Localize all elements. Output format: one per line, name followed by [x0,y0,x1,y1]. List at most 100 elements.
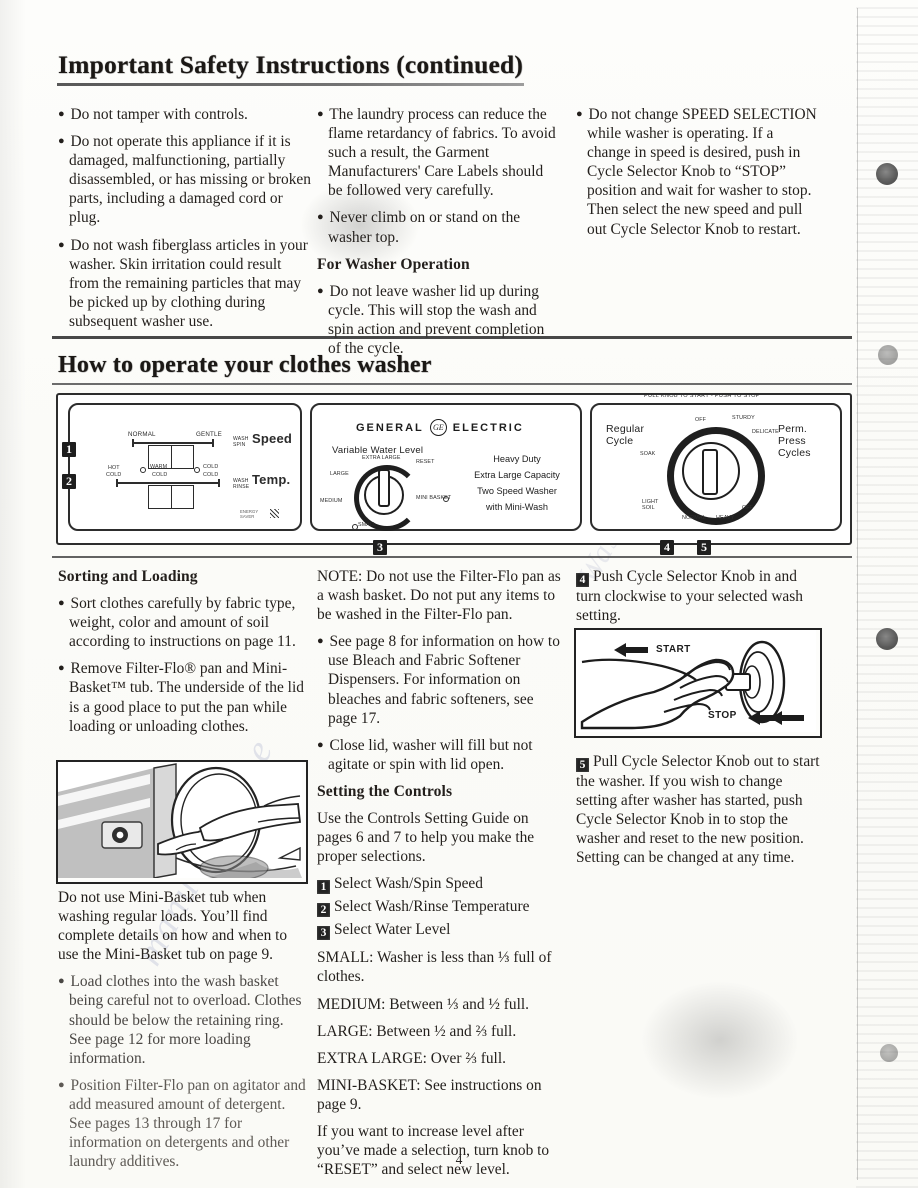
photo-caption: Do not use Mini-Basket tub when washing … [58,889,288,964]
bullet-icon: ● [58,108,67,120]
binding-hole-icon [876,628,898,650]
speed-slider-rail [132,439,214,447]
bullet-icon: ● [317,284,326,297]
safety-column-3: ● Do not change SPEED SELECTION while wa… [576,105,819,247]
bullet-icon: ● [58,1078,67,1091]
temp-option-warm-cold-label2: COLD [152,472,168,478]
speed-sub-label: WASH SPIN [233,436,249,448]
water-level-desc-large: LARGE: Between ½ and ⅔ full. [317,1022,517,1040]
bullet-icon: ● [58,597,67,610]
step-text-5: Pull Cycle Selector Knob out to start th… [576,753,820,867]
water-level-mini-dot-icon [443,496,449,502]
safety-text: Do not leave washer lid up during cycle.… [328,282,545,358]
water-level-medium-label: MEDIUM [320,498,343,504]
panel-segment-brand-waterlevel: GENERAL GE ELECTRIC Variable Water Level… [310,403,582,531]
safety-column-1: ● Do not tamper with controls. ● Do not … [58,105,313,339]
panel-segment-cycle-selector: PULL KNOB TO START - PUSH TO STOP Regula… [590,393,842,531]
middle-column: NOTE: Do not use the Filter-Flo pan as a… [317,567,561,1187]
temp-option-hot-cold-label: HOT [108,465,120,471]
safety-text: Do not operate this appliance if it is d… [69,133,311,227]
start-arrow-label: START [656,644,691,655]
step-tag-1: 1 [62,442,76,457]
stop-arrow-label: STOP [708,710,737,721]
step-tag-2: 2 [62,474,76,489]
binding-hole-icon [878,345,898,365]
cycle-selector-knob-pointer [702,449,718,495]
cycle-mark-soak: SOAK [640,451,656,457]
step-tag-5: 5 [697,540,711,555]
step-tag-4: 4 [660,540,674,555]
washer-lid-photo [56,760,308,884]
safety-text: Do not wash fiberglass articles in your … [69,236,308,330]
perm-press-group-label: Perm. Press Cycles [778,423,811,459]
model-line-2: Extra Large Capacity [474,470,560,480]
model-description-block: Heavy Duty Extra Large Capacity Two Spee… [462,451,572,515]
temp-main-label: Temp. [252,472,291,487]
water-level-small-label: SMALL [358,522,377,528]
temp-option-warm-cold-label: WARM [150,464,168,470]
water-level-small-dot-icon [352,524,358,530]
cycle-knob-photo: START STOP [574,628,822,738]
step-tag-3: 3 [373,540,387,555]
cycle-mark-off-top: OFF [695,417,707,423]
cycle-mark-heavy: HEAVY [716,515,735,521]
bullet-icon: ● [317,738,326,751]
step-number-1: 1 [317,880,330,895]
step-number-3: 3 [317,926,330,941]
model-line-4: with Mini-Wash [486,502,548,512]
water-level-desc-extra-large: EXTRA LARGE: Over ⅔ full. [317,1049,506,1067]
note-text: NOTE: Do not use the Filter-Flo pan as a… [317,568,561,624]
right-column-continued: 5 Pull Cycle Selector Knob out to start t… [576,752,820,875]
page-title-safety: Important Safety Instructions (continued… [58,50,524,79]
section-rule-top [52,336,852,339]
mid-col-text: Close lid, washer will fill but not agit… [328,736,533,773]
left-column: Sorting and Loading ● Sort clothes caref… [58,567,308,744]
water-level-desc-mini-basket: MINI-BASKET: See instructions on page 9. [317,1076,542,1113]
model-line-1: Heavy Duty [493,454,541,464]
temp-option-cold-cold-label: COLD [203,464,219,470]
section-rule-bottom [52,383,852,385]
ge-monogram-icon: GE [429,419,447,436]
water-level-desc-small: SMALL: Washer is less than ⅓ full of clo… [317,949,552,986]
cycle-mark-off-bottom: OFF [742,505,754,511]
bullet-icon: ● [58,238,67,251]
speed-option-gentle-label: GENTLE [196,431,222,438]
binding-hole-icon [880,1044,898,1062]
bullet-icon: ● [317,108,326,120]
safety-text: Never climb on or stand on the washer to… [328,209,521,246]
bullet-icon: ● [58,135,67,148]
temp-sub-label: WASH RINSE [233,478,250,490]
step-text-3: Select Water Level [334,921,451,939]
water-level-extra-large-label: EXTRA LARGE [362,455,401,461]
speed-option-normal-label: NORMAL [128,431,156,438]
bullet-icon: ● [576,108,585,120]
cycle-mark-normal: NORMAL [682,515,706,521]
cycle-mark-sturdy: STURDY [732,415,755,421]
bullet-icon: ● [317,211,326,224]
model-line-3: Two Speed Washer [477,486,557,496]
bullet-icon: ● [58,975,67,988]
speed-main-label: Speed [252,431,293,446]
temp-option-hot-cold-label2: COLD [106,472,122,478]
bullet-icon: ● [317,635,326,648]
bullet-icon: ● [58,662,67,675]
control-panel-illustration: NORMAL GENTLE HOT COLD WARM COLD COLD CO… [56,393,852,545]
heading-sorting-loading: Sorting and Loading [58,568,198,585]
safety-text: The laundry process can reduce the flame… [328,106,556,200]
manual-page: e.com manualsonline Washer Important Saf… [0,0,918,1188]
panel-baseline-rule [52,556,852,558]
temp-dot-icon [140,467,146,473]
cycle-mark-light-soil: LIGHT SOIL [642,499,659,511]
cycle-mark-delicate: DELICATE [752,429,779,435]
brand-lockup: GENERAL GE ELECTRIC [356,419,524,436]
step-text-2: Select Wash/Rinse Temperature [334,898,530,916]
temp-rocker-switch[interactable] [148,485,194,509]
setting-controls-intro: Use the Controls Setting Guide on pages … [317,810,535,866]
step-text-4: Push Cycle Selector Knob in and turn clo… [576,568,803,625]
step-number-5: 5 [576,758,589,772]
water-level-large-label: LARGE [330,471,349,477]
scan-edge-rule [857,8,858,1180]
left-col-text: Sort clothes carefully by fabric type, w… [69,595,296,651]
binding-hole-icon [876,163,898,185]
left-col-text: Load clothes into the wash basket being … [69,973,302,1067]
